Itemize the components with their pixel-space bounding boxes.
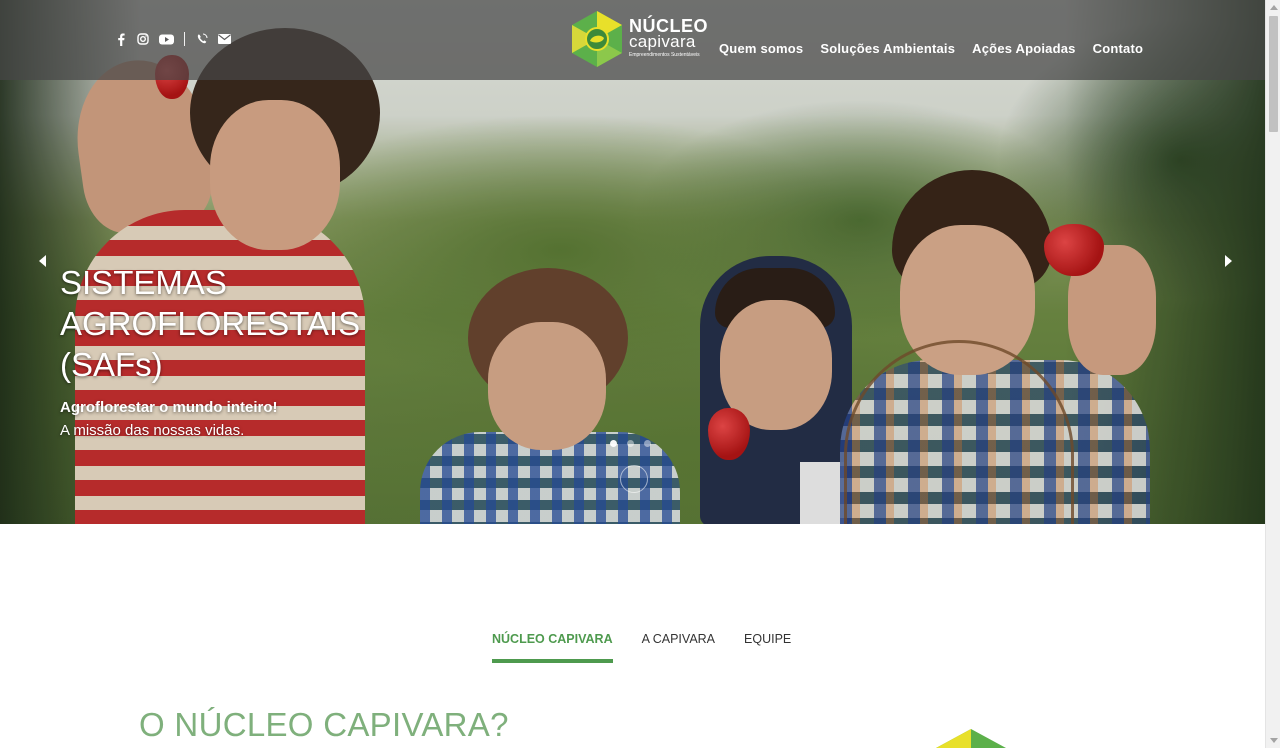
tab-a-capivara[interactable]: A CAPIVARA — [642, 632, 715, 663]
hero-title-line: SISTEMAS — [60, 264, 227, 301]
main-nav: Quem somos Soluções Ambientais Ações Apo… — [719, 41, 1143, 56]
slider-pause-ring[interactable] — [620, 465, 648, 493]
youtube-icon[interactable] — [158, 32, 174, 46]
chevron-left-icon — [39, 255, 46, 267]
chevron-right-icon — [1225, 255, 1232, 267]
logo-subtitle: capivara — [629, 32, 696, 51]
slider-dot-1[interactable] — [610, 440, 617, 447]
nav-item-acoes-apoiadas[interactable]: Ações Apoiadas — [972, 41, 1075, 56]
instagram-icon[interactable] — [136, 32, 150, 46]
hexagon-logo-icon — [572, 11, 622, 67]
site-header: NÚCLEO capivara Empreendimentos Sustentá… — [0, 0, 1265, 80]
logo-tagline: Empreendimentos Sustentáveis — [629, 52, 700, 58]
slider-dot-2[interactable] — [627, 440, 634, 447]
page: SISTEMAS AGROFLORESTAIS (SAFs) Agroflore… — [0, 0, 1265, 748]
tab-equipe[interactable]: EQUIPE — [744, 632, 791, 663]
site-logo[interactable]: NÚCLEO capivara Empreendimentos Sustentá… — [570, 10, 708, 70]
slider-indicators — [610, 440, 651, 447]
nav-item-contato[interactable]: Contato — [1093, 41, 1144, 56]
hero-text: A missão das nossas vidas. — [60, 422, 245, 439]
hero-title-line: (SAFs) — [60, 346, 163, 383]
about-tabs: NÚCLEO CAPIVARA A CAPIVARA EQUIPE — [492, 632, 791, 663]
facebook-icon[interactable] — [114, 32, 128, 46]
page-scrollbar[interactable] — [1265, 0, 1280, 748]
social-links — [114, 32, 231, 46]
slider-dot-3[interactable] — [644, 440, 651, 447]
section-title: O NÚCLEO CAPIVARA? — [139, 706, 509, 743]
hexagon-logo-partial-icon — [936, 729, 1006, 748]
tab-nucleo-capivara[interactable]: NÚCLEO CAPIVARA — [492, 632, 613, 663]
slider-next-button[interactable] — [1219, 252, 1237, 270]
nav-item-quem-somos[interactable]: Quem somos — [719, 41, 803, 56]
hero-title-line: AGROFLORESTAIS — [60, 305, 361, 342]
scroll-down-icon[interactable] — [1270, 738, 1278, 743]
nav-item-solucoes-ambientais[interactable]: Soluções Ambientais — [820, 41, 955, 56]
social-divider — [184, 32, 185, 46]
hero-title: SISTEMAS AGROFLORESTAIS (SAFs) — [60, 262, 420, 385]
email-icon[interactable] — [217, 32, 231, 46]
whatsapp-icon[interactable] — [195, 32, 209, 46]
hero-caption: SISTEMAS AGROFLORESTAIS (SAFs) Agroflore… — [60, 262, 420, 439]
hero-subtitle: Agroflorestar o mundo inteiro! — [60, 399, 278, 416]
scroll-up-icon[interactable] — [1270, 5, 1278, 10]
scrollbar-thumb[interactable] — [1269, 16, 1278, 132]
slider-prev-button[interactable] — [34, 252, 52, 270]
